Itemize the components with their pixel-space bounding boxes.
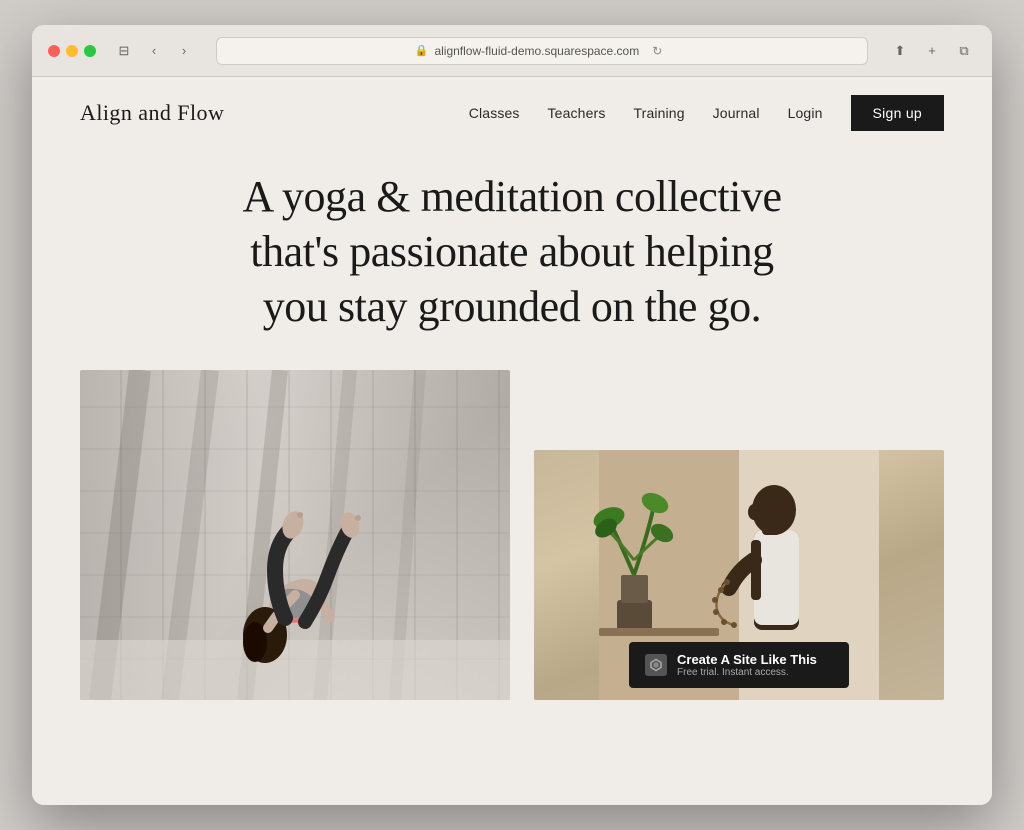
banner-text: Create A Site Like This Free trial. Inst… — [677, 652, 817, 678]
banner-sub-text: Free trial. Instant access. — [677, 667, 817, 678]
squarespace-banner[interactable]: Create A Site Like This Free trial. Inst… — [629, 642, 849, 688]
site-logo[interactable]: Align and Flow — [80, 100, 224, 126]
back-button[interactable]: ‹ — [142, 39, 166, 63]
duplicate-button[interactable]: ⧉ — [952, 39, 976, 63]
browser-controls: ⊟ ‹ › — [112, 39, 196, 63]
traffic-lights — [48, 45, 96, 57]
nav-login[interactable]: Login — [788, 105, 823, 121]
minimize-button[interactable] — [66, 45, 78, 57]
yoga-bg — [80, 370, 510, 700]
new-tab-button[interactable]: + — [920, 39, 944, 63]
browser-chrome: ⊟ ‹ › 🔒 alignflow-fluid-demo.squarespace… — [32, 25, 992, 77]
nav-teachers[interactable]: Teachers — [548, 105, 606, 121]
meditation-image: Create A Site Like This Free trial. Inst… — [534, 450, 944, 700]
signup-button[interactable]: Sign up — [851, 95, 944, 131]
hero-text-block: A yoga & meditation collective that's pa… — [232, 169, 792, 334]
sidebar-toggle[interactable]: ⊟ — [112, 39, 136, 63]
reload-button[interactable]: ↻ — [645, 39, 669, 63]
website-content: Align and Flow Classes Teachers Training… — [32, 77, 992, 805]
banner-main-text: Create A Site Like This — [677, 652, 817, 667]
browser-actions: ⬆ + ⧉ — [888, 39, 976, 63]
yoga-image — [80, 370, 510, 700]
hero-headline: A yoga & meditation collective that's pa… — [232, 169, 792, 334]
close-button[interactable] — [48, 45, 60, 57]
nav-training[interactable]: Training — [633, 105, 684, 121]
yoga-figure-svg — [80, 370, 510, 700]
meditation-bg: Create A Site Like This Free trial. Inst… — [534, 450, 944, 700]
lock-icon: 🔒 — [415, 44, 429, 57]
share-button[interactable]: ⬆ — [888, 39, 912, 63]
squarespace-logo — [645, 654, 667, 676]
forward-button[interactable]: › — [172, 39, 196, 63]
ss-logo-icon — [649, 658, 663, 672]
address-bar[interactable]: 🔒 alignflow-fluid-demo.squarespace.com ↻ — [216, 37, 868, 65]
browser-window: ⊟ ‹ › 🔒 alignflow-fluid-demo.squarespace… — [32, 25, 992, 805]
hero-section: A yoga & meditation collective that's pa… — [32, 149, 992, 805]
images-row: Create A Site Like This Free trial. Inst… — [80, 370, 944, 805]
nav-links: Classes Teachers Training Journal Login … — [469, 95, 944, 131]
nav-classes[interactable]: Classes — [469, 105, 520, 121]
url-text: alignflow-fluid-demo.squarespace.com — [434, 44, 639, 58]
site-nav: Align and Flow Classes Teachers Training… — [32, 77, 992, 149]
maximize-button[interactable] — [84, 45, 96, 57]
nav-journal[interactable]: Journal — [713, 105, 760, 121]
